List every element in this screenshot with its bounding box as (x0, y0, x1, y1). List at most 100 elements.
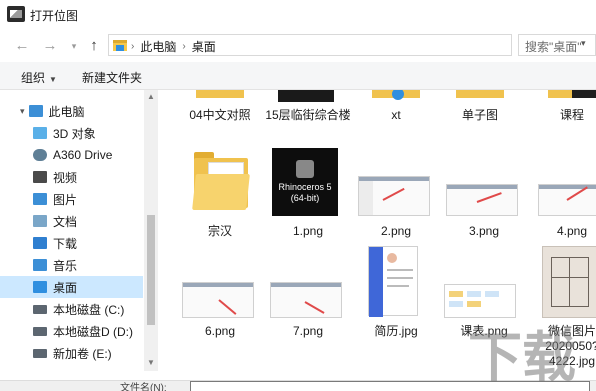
address-bar-row: ← → ▾ ↑ › 此电脑 › 桌面 ▾ ↻ 搜索"桌面" (0, 30, 596, 62)
file-name: xt (391, 108, 401, 122)
address-field[interactable]: › 此电脑 › 桌面 ▾ ↻ (108, 34, 586, 56)
scroll-up-arrow-icon[interactable]: ▲ (147, 92, 155, 101)
search-input[interactable]: 搜索"桌面" (518, 34, 596, 56)
sidebar-item-label: 3D 对象 (53, 126, 96, 141)
folder-icon (196, 90, 244, 98)
window-title: 打开位图 (30, 9, 79, 23)
sidebar-item-videos[interactable]: 视频 (0, 166, 143, 188)
sidebar-item-this-pc[interactable]: ▾ 此电脑 (0, 100, 143, 122)
title-bar: 打开位图 (0, 0, 596, 30)
image-thumbnail (182, 282, 254, 318)
folder-icon (192, 152, 250, 214)
image-thumbnail (446, 184, 518, 216)
desktop-location-icon (113, 40, 127, 51)
sidebar-item-label: 音乐 (53, 258, 78, 273)
cloud-drive-icon (33, 149, 47, 161)
pictures-folder-icon (33, 193, 47, 205)
file-name: 2.png (380, 224, 412, 238)
sidebar-item-music[interactable]: 音乐 (0, 254, 143, 276)
recent-locations-chevron-icon[interactable]: ▾ (64, 36, 84, 56)
app-icon (7, 6, 25, 22)
scrollbar-thumb[interactable] (147, 215, 155, 325)
folder-thumbnail-icon (278, 90, 334, 102)
file-item[interactable]: 15层临街综合楼 (264, 90, 352, 140)
file-item[interactable]: 7.png (264, 246, 352, 346)
3d-objects-icon (33, 127, 47, 139)
breadcrumb-this-pc[interactable]: 此电脑 (140, 38, 176, 55)
image-thumbnail (358, 176, 430, 216)
command-toolbar: 组织 ▼ 新建文件夹 (0, 62, 596, 90)
file-name: 单子图 (461, 108, 498, 122)
thumbnail-overlay-text: Rhinoceros 5 (64-bit) (278, 182, 332, 203)
drive-c-icon (33, 304, 47, 314)
file-item[interactable]: 6.png (176, 246, 264, 346)
sidebar-item-documents[interactable]: 文档 (0, 210, 143, 232)
file-item[interactable]: 简历.jpg (352, 246, 440, 346)
breadcrumb-separator-icon: › (131, 41, 135, 52)
file-name: 4.png (556, 224, 588, 238)
sidebar-item-drive-e[interactable]: 新加卷 (E:) (0, 342, 143, 364)
file-item[interactable]: Rhinoceros 5 (64-bit) 1.png (264, 148, 352, 240)
sidebar-item-label: 桌面 (53, 280, 78, 295)
filename-label: 文件名(N): (120, 383, 167, 391)
sidebar-item-a360-drive[interactable]: A360 Drive (0, 144, 143, 166)
drive-e-icon (33, 348, 47, 358)
file-item[interactable]: 宗汉 (176, 148, 264, 240)
downloads-folder-icon (33, 237, 47, 249)
organize-label: 组织 (21, 71, 46, 85)
sidebar-item-label: 视频 (53, 170, 78, 185)
scroll-down-arrow-icon[interactable]: ▼ (147, 358, 155, 367)
file-item[interactable]: xt (352, 90, 440, 130)
video-folder-icon (33, 171, 47, 183)
file-item[interactable]: 04中文对照 (176, 90, 264, 130)
sidebar-item-downloads[interactable]: 下载 (0, 232, 143, 254)
file-name: 1.png (292, 224, 324, 238)
documents-folder-icon (33, 215, 47, 227)
image-thumbnail (538, 184, 596, 216)
up-arrow-icon[interactable]: ↑ (84, 36, 104, 56)
file-item[interactable]: 3.png (440, 148, 528, 240)
folder-thumbnail-icon (572, 90, 596, 98)
sidebar-item-desktop[interactable]: 桌面 (0, 276, 143, 298)
file-item[interactable]: 课程 (528, 90, 596, 130)
file-name: 6.png (204, 324, 236, 338)
sidebar-item-drive-c[interactable]: 本地磁盘 (C:) (0, 298, 143, 320)
image-thumbnail (368, 246, 418, 317)
organize-menu-button[interactable]: 组织 ▼ (21, 69, 57, 86)
sidebar-item-3d-objects[interactable]: 3D 对象 (0, 122, 143, 144)
sidebar-item-label: 图片 (53, 192, 78, 207)
sidebar-item-label: 本地磁盘 (C:) (53, 302, 125, 317)
image-thumbnail (542, 246, 596, 318)
sync-badge-icon (392, 90, 404, 100)
sidebar-item-label: 下载 (53, 236, 78, 251)
breadcrumb-separator-icon: › (182, 41, 186, 52)
back-arrow-icon[interactable]: ← (12, 36, 32, 56)
sidebar-item-label: 此电脑 (48, 104, 85, 119)
drive-d-icon (33, 326, 47, 336)
breadcrumb: › 此电脑 › 桌面 (131, 38, 216, 55)
forward-arrow-icon[interactable]: → (40, 36, 60, 56)
desktop-folder-icon (33, 281, 47, 293)
new-folder-label: 新建文件夹 (82, 71, 143, 85)
expand-chevron-icon[interactable]: ▾ (20, 106, 25, 117)
breadcrumb-desktop[interactable]: 桌面 (192, 38, 216, 55)
file-item[interactable]: 4.png (528, 148, 596, 240)
file-name: 04中文对照 (189, 108, 251, 122)
sidebar-item-label: 新加卷 (E:) (53, 346, 112, 361)
file-name: 15层临街综合楼 (265, 108, 351, 122)
sidebar-item-drive-d[interactable]: 本地磁盘D (D:) (0, 320, 143, 342)
chevron-down-icon: ▼ (49, 75, 57, 84)
file-item[interactable]: 2.png (352, 148, 440, 240)
file-name: 7.png (292, 324, 324, 338)
file-name: 课程 (559, 108, 584, 122)
file-name: 3.png (468, 224, 500, 238)
sidebar-scrollbar[interactable]: ▲ ▼ (144, 90, 158, 371)
sidebar-item-label: 文档 (53, 214, 78, 229)
image-thumbnail (270, 282, 342, 318)
file-name: 宗汉 (207, 224, 232, 238)
new-folder-button[interactable]: 新建文件夹 (82, 69, 142, 86)
file-item[interactable]: 单子图 (436, 90, 524, 130)
rhino-logo-icon (296, 160, 314, 178)
sidebar-item-pictures[interactable]: 图片 (0, 188, 143, 210)
sidebar-item-label: A360 Drive (53, 148, 113, 162)
